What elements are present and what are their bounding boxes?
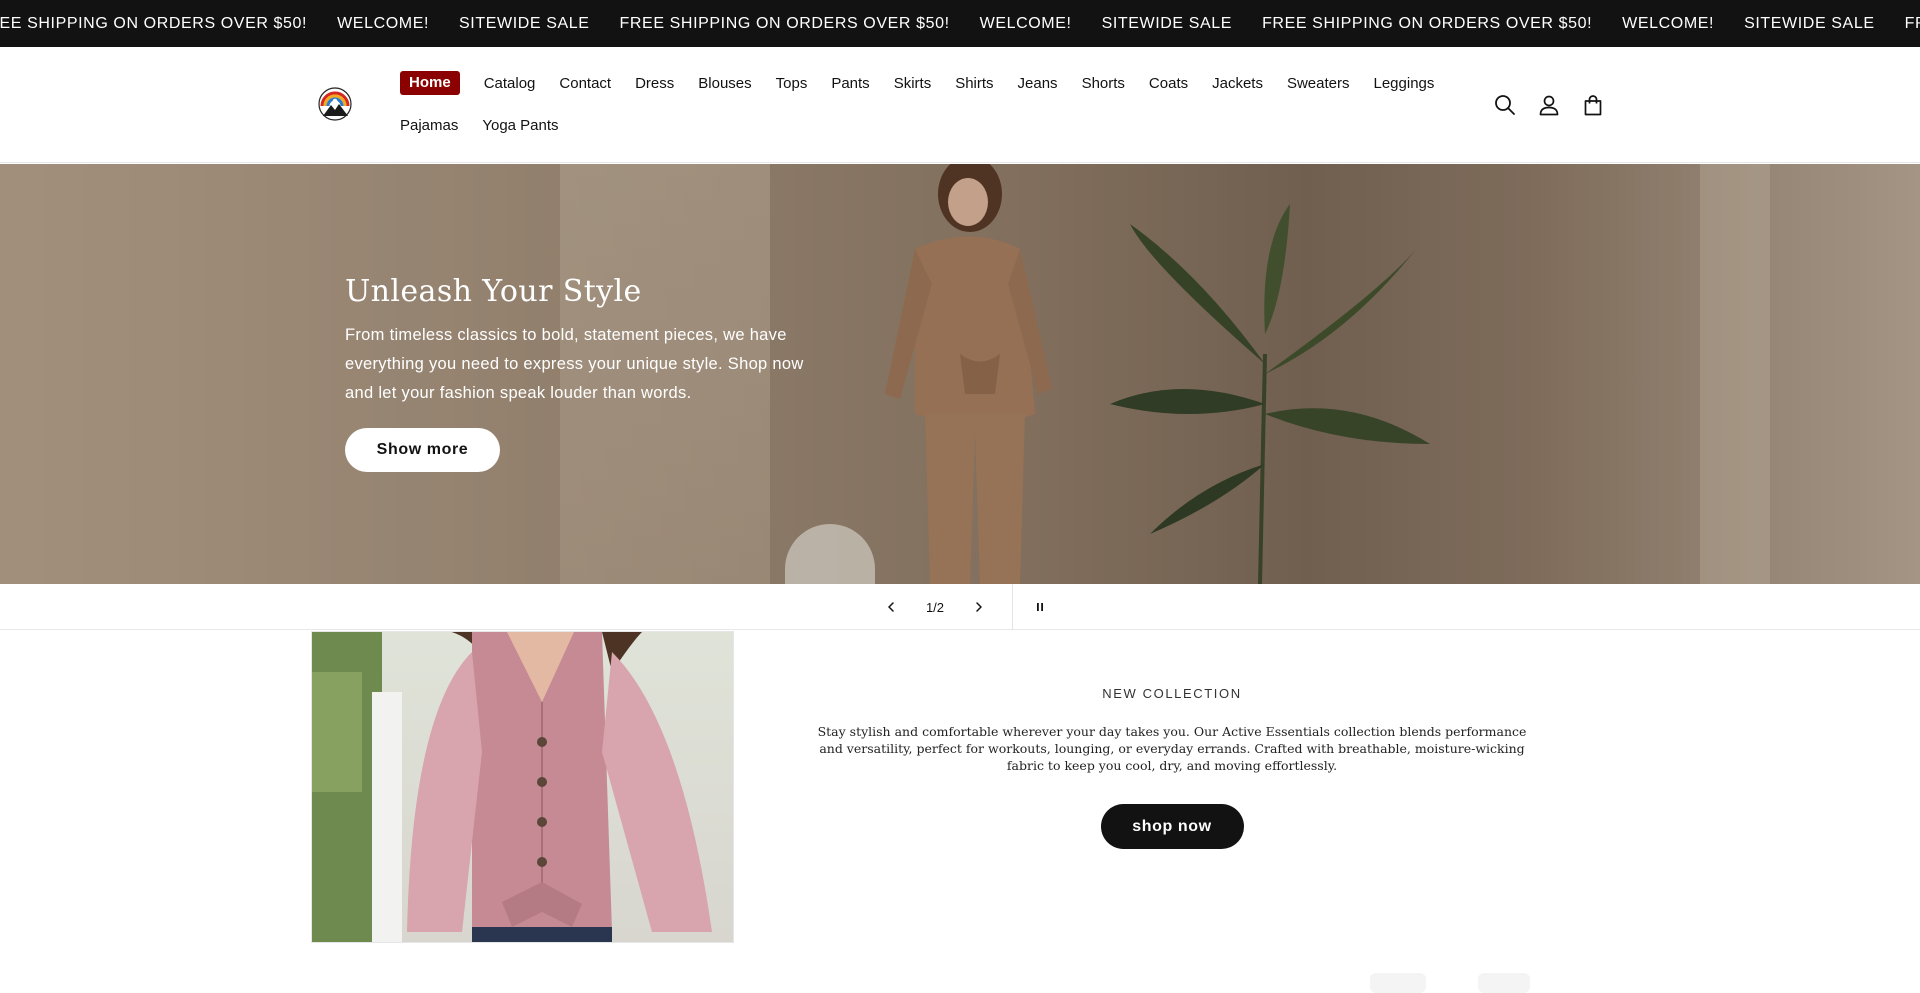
nav-row-primary: Home Catalog Contact Dress Blouses Tops Pants S… [400, 71, 1470, 95]
collection-content: NEW COLLECTION Stay stylish and comforta… [810, 686, 1534, 849]
blouse-model-image [312, 632, 712, 942]
slide-counter: 1/2 [925, 599, 945, 615]
nav-link-coats[interactable]: Coats [1149, 75, 1188, 92]
nav-link-tops[interactable]: Tops [776, 75, 808, 92]
announcement-bar: FREE SHIPPING ON ORDERS OVER $50! WELCOME… [0, 0, 1920, 47]
announcement-item: FREE SHIPPING ON ORDERS OVER $50! [1262, 14, 1593, 32]
announcement-item: WELCOME! [337, 14, 430, 32]
main-nav: Home Catalog Contact Dress Blouses Tops Pants S… [400, 71, 1470, 137]
collection-eyebrow: NEW COLLECTION [1102, 686, 1242, 701]
announcement-item: FREE SHIPPING ON ORDERS OVER $50! [619, 14, 950, 32]
cart-button[interactable] [1580, 92, 1606, 118]
announcement-item: SITEWIDE SALE [459, 14, 590, 32]
hero-banner: Unleash Your Style From timeless classic… [0, 164, 1920, 584]
nav-link-jackets[interactable]: Jackets [1212, 75, 1263, 92]
next-slide-button[interactable] [962, 590, 996, 624]
hero-title: Unleash Your Style [345, 274, 642, 309]
site-header: Home Catalog Contact Dress Blouses Tops Pants S… [0, 47, 1920, 163]
chevron-left-icon [888, 602, 894, 612]
chevron-right-icon [976, 602, 982, 612]
slideshow-controls-group: 1/2 [874, 584, 1057, 630]
announcement-item: WELCOME! [979, 14, 1072, 32]
nav-link-skirts[interactable]: Skirts [894, 75, 932, 92]
announcement-item: FREE SHIPPING ON ORDERS OVER $50! [0, 14, 308, 32]
announcement-item: WELCOME! [1622, 14, 1715, 32]
nav-row-secondary: Pajamas Yoga Pants [400, 113, 1470, 137]
shop-now-button[interactable]: shop now [1100, 804, 1244, 849]
nav-link-shirts[interactable]: Shirts [955, 75, 993, 92]
announcement-item: SITEWIDE SALE [1101, 14, 1233, 32]
nav-link-jeans[interactable]: Jeans [1018, 75, 1058, 92]
nav-link-yoga-pants[interactable]: Yoga Pants [482, 117, 558, 134]
pause-slideshow-button[interactable] [1023, 590, 1057, 624]
logo[interactable] [318, 87, 352, 121]
nav-link-sweaters[interactable]: Sweaters [1287, 75, 1350, 92]
nav-link-pants[interactable]: Pants [831, 75, 869, 92]
account-button[interactable] [1536, 92, 1562, 118]
nav-link-blouses[interactable]: Blouses [698, 75, 751, 92]
announcement-item: FREE SHIPPING ON ORDERS OVER $50! [1904, 14, 1920, 32]
account-icon [1539, 95, 1559, 116]
header-icons [1492, 92, 1624, 118]
collection-image [311, 631, 734, 943]
slider-divider [1012, 584, 1013, 630]
show-more-button[interactable]: Show more [345, 428, 500, 472]
faint-placeholder-shape [1478, 973, 1530, 993]
rainbow-mountain-logo-icon [318, 87, 352, 121]
nav-link-catalog[interactable]: Catalog [484, 75, 536, 92]
nav-link-home[interactable]: Home [400, 71, 460, 95]
previous-slide-button[interactable] [874, 590, 908, 624]
hero-description: From timeless classics to bold, statemen… [345, 326, 804, 402]
hero-overlay [0, 164, 1920, 584]
nav-link-shorts[interactable]: Shorts [1082, 75, 1125, 92]
nav-link-dress[interactable]: Dress [635, 75, 674, 92]
pause-icon [1037, 603, 1043, 611]
cart-icon [1584, 95, 1602, 116]
hero-content: Unleash Your Style From timeless classic… [345, 274, 825, 472]
announcement-item: SITEWIDE SALE [1744, 14, 1875, 32]
collection-description: Stay stylish and comfortable wherever yo… [817, 724, 1527, 773]
search-icon [1495, 95, 1515, 115]
announcement-track: FREE SHIPPING ON ORDERS OVER $50! WELCOME… [0, 0, 1920, 47]
nav-link-leggings[interactable]: Leggings [1374, 75, 1435, 92]
slideshow-controls: 1/2 [0, 584, 1920, 630]
nav-link-pajamas[interactable]: Pajamas [400, 117, 458, 134]
faint-placeholder-shape [1370, 973, 1426, 993]
nav-link-contact[interactable]: Contact [559, 75, 611, 92]
search-button[interactable] [1492, 92, 1518, 118]
